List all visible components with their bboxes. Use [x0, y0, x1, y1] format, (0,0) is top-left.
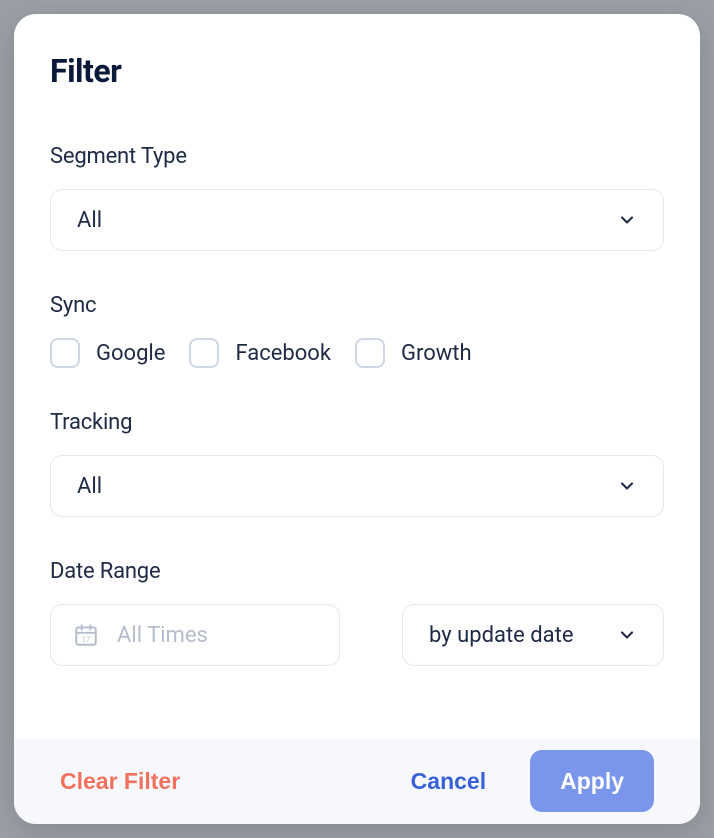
date-range-label: Date Range: [50, 559, 664, 584]
sync-label: Sync: [50, 293, 664, 318]
cancel-button[interactable]: Cancel: [411, 768, 486, 795]
date-range-section: Date Range 17 All Times by update date: [50, 559, 664, 666]
modal-footer: Clear Filter Cancel Apply: [14, 738, 700, 824]
filter-modal: Filter Segment Type All Sync Google Face…: [14, 14, 700, 824]
modal-body: Filter Segment Type All Sync Google Face…: [14, 14, 700, 738]
segment-type-section: Segment Type All: [50, 144, 664, 251]
checkbox-growth[interactable]: [355, 338, 385, 368]
date-range-placeholder: All Times: [117, 623, 208, 648]
calendar-icon: 17: [73, 622, 99, 648]
date-mode-value: by update date: [429, 623, 574, 648]
chevron-down-icon: [617, 476, 637, 496]
sync-option-growth: Growth: [355, 338, 472, 368]
date-range-row: 17 All Times by update date: [50, 604, 664, 666]
segment-type-select[interactable]: All: [50, 189, 664, 251]
tracking-label: Tracking: [50, 410, 664, 435]
checkbox-growth-label: Growth: [401, 341, 472, 366]
sync-option-google: Google: [50, 338, 165, 368]
checkbox-google[interactable]: [50, 338, 80, 368]
sync-options: Google Facebook Growth: [50, 338, 664, 368]
chevron-down-icon: [617, 625, 637, 645]
tracking-select[interactable]: All: [50, 455, 664, 517]
date-mode-select[interactable]: by update date: [402, 604, 664, 666]
apply-button[interactable]: Apply: [530, 750, 654, 812]
segment-type-label: Segment Type: [50, 144, 664, 169]
svg-text:17: 17: [82, 635, 90, 644]
sync-option-facebook: Facebook: [189, 338, 331, 368]
checkbox-facebook[interactable]: [189, 338, 219, 368]
segment-type-value: All: [77, 208, 102, 233]
chevron-down-icon: [617, 210, 637, 230]
sync-section: Sync Google Facebook Growth: [50, 293, 664, 368]
modal-title: Filter: [50, 52, 664, 90]
checkbox-google-label: Google: [96, 341, 165, 366]
date-range-picker[interactable]: 17 All Times: [50, 604, 340, 666]
tracking-value: All: [77, 474, 102, 499]
clear-filter-button[interactable]: Clear Filter: [60, 768, 180, 795]
checkbox-facebook-label: Facebook: [235, 341, 331, 366]
tracking-section: Tracking All: [50, 410, 664, 517]
